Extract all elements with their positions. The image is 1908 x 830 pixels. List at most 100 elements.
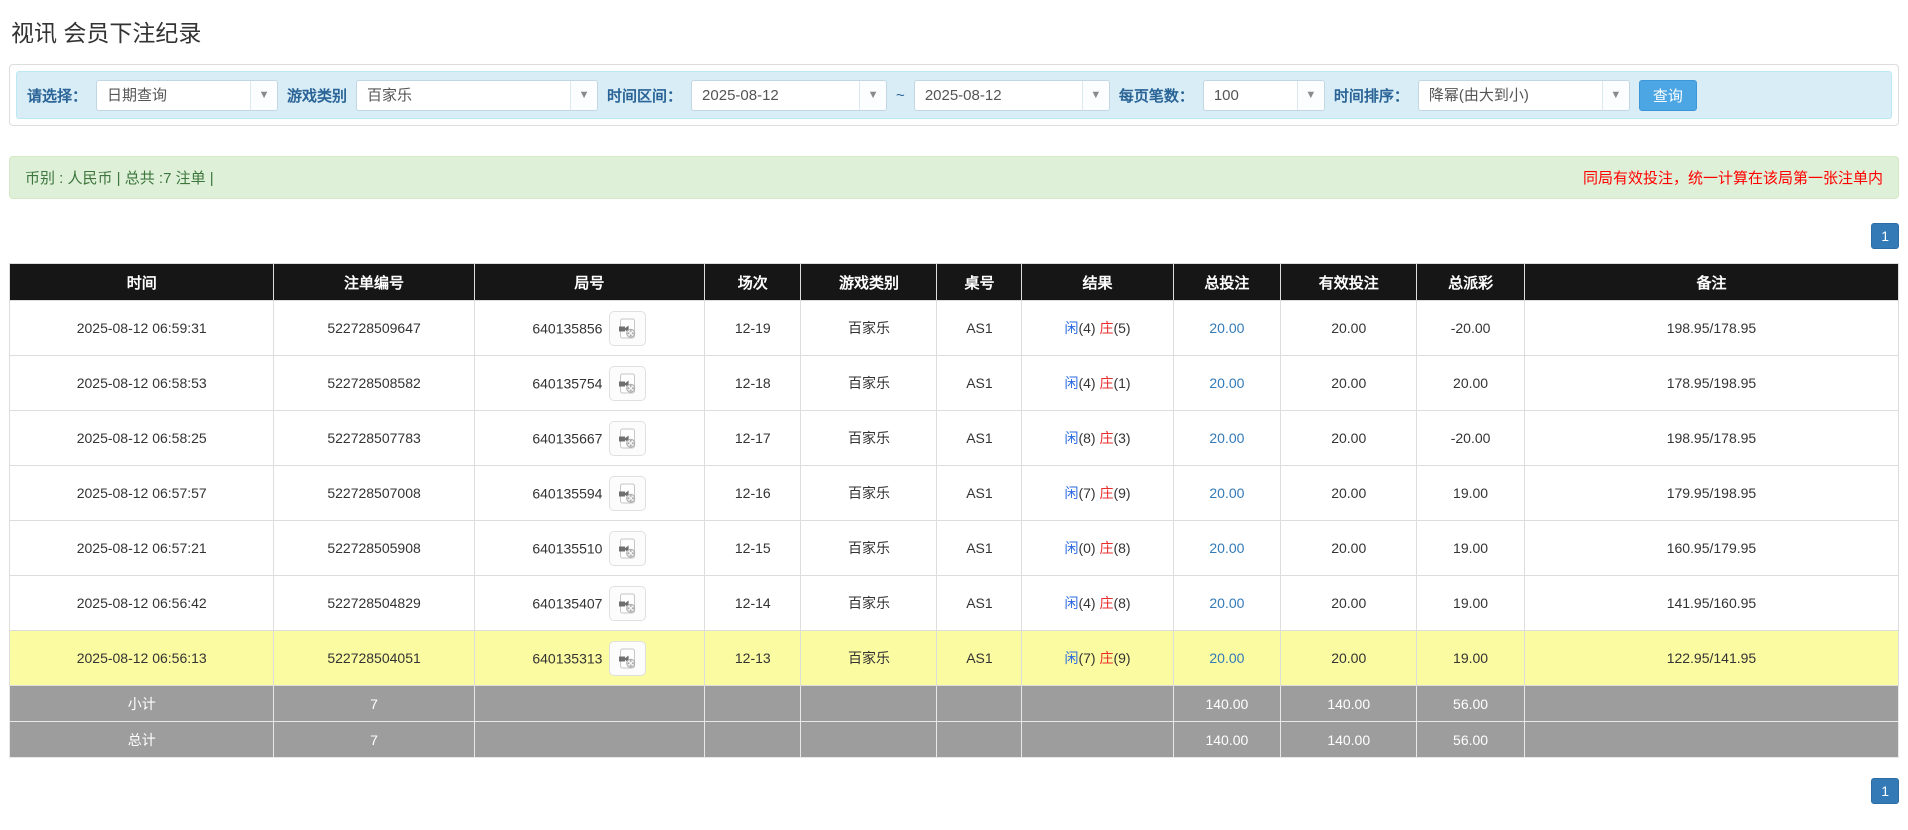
- cell-bet-id: 522728505908: [274, 521, 474, 576]
- player-result: 闲: [1064, 430, 1078, 446]
- cell-payout: 20.00: [1417, 356, 1525, 411]
- cell-total-bet: 20.00: [1173, 576, 1281, 631]
- video-replay-button[interactable]: [609, 366, 646, 401]
- cell-footer-valid-bet: 140.00: [1281, 722, 1417, 758]
- cell-footer-count: 7: [274, 722, 474, 758]
- query-type-value: 日期查询: [97, 81, 250, 110]
- cell-remark: 160.95/179.95: [1524, 521, 1898, 576]
- cell-empty: [1022, 722, 1173, 758]
- cell-payout: 19.00: [1417, 521, 1525, 576]
- range-separator: ~: [896, 87, 905, 104]
- banker-result: 庄: [1099, 540, 1113, 556]
- banker-result: 庄: [1099, 320, 1113, 336]
- player-result: 闲: [1064, 650, 1078, 666]
- cell-remark: 122.95/141.95: [1524, 631, 1898, 686]
- date-from-picker[interactable]: 2025-08-12 ▼: [691, 80, 887, 111]
- cell-round-id: 640135667: [474, 411, 704, 466]
- cell-game-type: 百家乐: [801, 411, 937, 466]
- banker-count: (1): [1113, 375, 1130, 391]
- cell-footer-payout: 56.00: [1417, 722, 1525, 758]
- query-type-dropdown[interactable]: 日期查询 ▼: [96, 80, 278, 111]
- cell-valid-bet: 20.00: [1281, 466, 1417, 521]
- cell-remark: 179.95/198.95: [1524, 466, 1898, 521]
- video-replay-button[interactable]: [609, 476, 646, 511]
- player-result: 闲: [1064, 595, 1078, 611]
- video-file-icon: [618, 373, 637, 394]
- video-replay-button[interactable]: [609, 586, 646, 621]
- cell-time: 2025-08-12 06:59:31: [10, 301, 274, 356]
- round-number: 640135594: [532, 485, 602, 501]
- banker-count: (3): [1113, 430, 1130, 446]
- video-replay-button[interactable]: [609, 531, 646, 566]
- game-type-dropdown[interactable]: 百家乐 ▼: [356, 80, 598, 111]
- video-replay-button[interactable]: [609, 311, 646, 346]
- cell-session: 12-14: [705, 576, 801, 631]
- cell-remark: 141.95/160.95: [1524, 576, 1898, 631]
- cell-empty: [801, 722, 937, 758]
- cell-footer-count: 7: [274, 686, 474, 722]
- betting-records-table: 时间注单编号局号场次游戏类别桌号结果总投注有效投注总派彩备注 2025-08-1…: [9, 263, 1899, 758]
- page-size-label: 每页笔数：: [1119, 85, 1194, 106]
- cell-empty: [474, 722, 704, 758]
- round-number: 640135510: [532, 540, 602, 556]
- total-bet-link[interactable]: 20.00: [1209, 595, 1244, 611]
- round-number: 640135407: [532, 595, 602, 611]
- cell-remark: 178.95/198.95: [1524, 356, 1898, 411]
- video-file-icon: [618, 648, 637, 669]
- cell-result: 闲(4) 庄(1): [1022, 356, 1173, 411]
- page-1-button[interactable]: 1: [1871, 778, 1899, 804]
- cell-empty: [801, 686, 937, 722]
- cell-table-no: AS1: [937, 411, 1022, 466]
- column-header: 总派彩: [1417, 264, 1525, 301]
- total-bet-link[interactable]: 20.00: [1209, 650, 1244, 666]
- video-file-icon: [618, 593, 637, 614]
- date-to-picker[interactable]: 2025-08-12 ▼: [914, 80, 1110, 111]
- cell-valid-bet: 20.00: [1281, 576, 1417, 631]
- player-count: (7): [1078, 650, 1099, 666]
- search-button[interactable]: 查询: [1639, 80, 1697, 111]
- cell-remark: 198.95/178.95: [1524, 411, 1898, 466]
- select-type-label: 请选择：: [27, 85, 87, 106]
- cell-game-type: 百家乐: [801, 631, 937, 686]
- table-row: 2025-08-12 06:56:13522728504051640135313…: [10, 631, 1899, 686]
- banker-count: (8): [1113, 595, 1130, 611]
- cell-table-no: AS1: [937, 466, 1022, 521]
- cell-total-bet: 20.00: [1173, 631, 1281, 686]
- round-number: 640135313: [532, 650, 602, 666]
- banker-result: 庄: [1099, 595, 1113, 611]
- video-replay-button[interactable]: [609, 421, 646, 456]
- valid-bet-notice: 同局有效投注，统一计算在该局第一张注单内: [1583, 167, 1883, 188]
- round-number: 640135754: [532, 375, 602, 391]
- video-replay-button[interactable]: [609, 641, 646, 676]
- column-header: 游戏类别: [801, 264, 937, 301]
- round-number: 640135856: [532, 320, 602, 336]
- sort-order-label: 时间排序：: [1334, 85, 1409, 106]
- cell-result: 闲(0) 庄(8): [1022, 521, 1173, 576]
- sort-order-value: 降幂(由大到小): [1419, 81, 1602, 110]
- cell-session: 12-13: [705, 631, 801, 686]
- cell-empty: [1022, 686, 1173, 722]
- page-1-button[interactable]: 1: [1871, 223, 1899, 249]
- summary-alert: 币别 : 人民币 | 总共 :7 注单 | 同局有效投注，统一计算在该局第一张注…: [9, 156, 1899, 199]
- total-bet-link[interactable]: 20.00: [1209, 320, 1244, 336]
- cell-empty: [1524, 722, 1898, 758]
- total-bet-link[interactable]: 20.00: [1209, 540, 1244, 556]
- video-file-icon: [618, 538, 637, 559]
- cell-empty: [1524, 686, 1898, 722]
- column-header: 总投注: [1173, 264, 1281, 301]
- date-to-value: 2025-08-12: [915, 81, 1082, 110]
- column-header: 有效投注: [1281, 264, 1417, 301]
- cell-payout: 19.00: [1417, 466, 1525, 521]
- banker-count: (9): [1113, 650, 1130, 666]
- cell-table-no: AS1: [937, 576, 1022, 631]
- sort-order-dropdown[interactable]: 降幂(由大到小) ▼: [1418, 80, 1630, 111]
- total-bet-link[interactable]: 20.00: [1209, 375, 1244, 391]
- total-bet-link[interactable]: 20.00: [1209, 485, 1244, 501]
- cell-empty: [937, 686, 1022, 722]
- cell-valid-bet: 20.00: [1281, 631, 1417, 686]
- page-size-dropdown[interactable]: 100 ▼: [1203, 80, 1325, 111]
- total-bet-link[interactable]: 20.00: [1209, 430, 1244, 446]
- pagination-bottom: 1: [9, 778, 1899, 804]
- cell-time: 2025-08-12 06:58:53: [10, 356, 274, 411]
- table-row: 2025-08-12 06:58:25522728507783640135667…: [10, 411, 1899, 466]
